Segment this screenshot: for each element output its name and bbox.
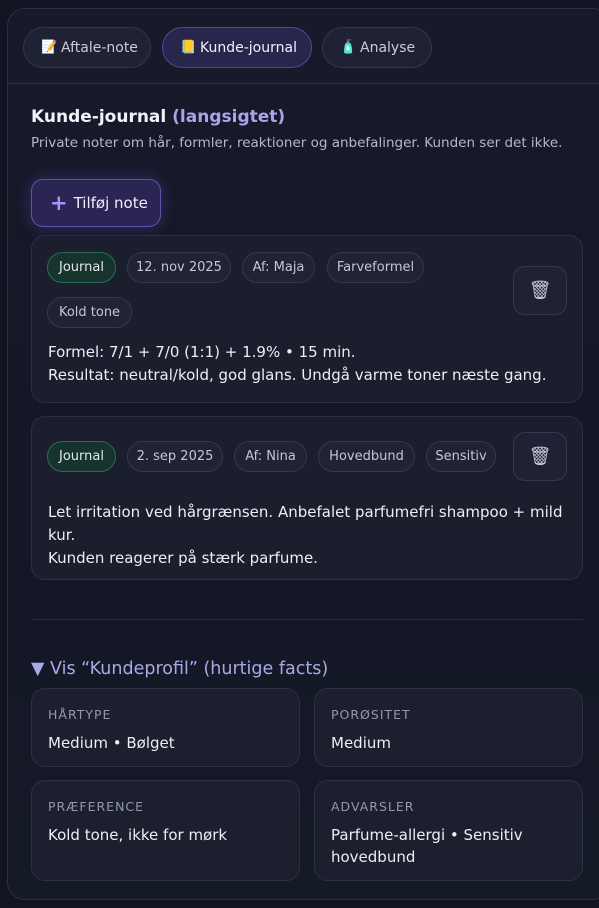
fact-key: ADVARSLER: [331, 799, 415, 814]
tab-bar: 📝 Aftale-note 📒 Kunde-journal 🧴 Analyse: [8, 9, 599, 84]
section-title-main: Kunde-journal: [31, 107, 167, 127]
fact-card-warnings: ADVARSLER Parfume-allergi • Sensitiv hov…: [314, 780, 583, 881]
note-body: Let irritation ved hårgrænsen. Anbefalet…: [48, 501, 564, 570]
fact-value: Kold tone, ikke for mørk: [48, 826, 228, 844]
delete-note-button[interactable]: 🗑: [513, 432, 567, 481]
note-tag: Sensitiv: [426, 441, 496, 472]
note-type-badge: Journal: [47, 252, 116, 283]
divider: [31, 619, 583, 620]
section-title: Kunde-journal (langsigtet): [31, 107, 583, 127]
trash-icon: 🗑: [528, 446, 552, 467]
customer-profile-toggle[interactable]: ▼ Vis “Kundeprofil” (hurtige facts): [31, 659, 328, 679]
fact-key: PRÆFERENCE: [48, 799, 145, 814]
note-date: 2. sep 2025: [127, 441, 223, 472]
notebook-icon: 📒: [180, 40, 197, 55]
section-title-suffix: (langsigtet): [172, 107, 286, 127]
tab-label: Aftale-note: [61, 39, 138, 56]
fact-card-porosity: PORØSITET Medium: [314, 688, 583, 767]
trash-icon: 🗑: [528, 280, 552, 301]
add-note-label: Tilføj note: [73, 194, 148, 212]
section-description: Private noter om hår, formler, reaktione…: [31, 135, 563, 151]
note-line: Resultat: neutral/kold, god glans. Undgå…: [48, 366, 547, 384]
memo-icon: 📝: [41, 40, 58, 55]
fact-key: PORØSITET: [331, 707, 411, 722]
note-type-badge: Journal: [47, 441, 116, 472]
note-date: 12. nov 2025: [127, 252, 231, 283]
note-author: Af: Maja: [242, 252, 315, 283]
fact-value: Medium • Bølget: [48, 734, 175, 752]
fact-key: HÅRTYPE: [48, 707, 112, 722]
note-line: Formel: 7/1 + 7/0 (1:1) + 1.9% • 15 min.: [48, 343, 356, 361]
note-tag: Farveformel: [327, 252, 424, 283]
add-note-button[interactable]: + Tilføj note: [31, 179, 161, 227]
journal-note-card: Journal 12. nov 2025 Af: Maja Farveforme…: [31, 235, 583, 403]
note-line: Let irritation ved hårgrænsen. Anbefalet…: [48, 503, 563, 521]
note-author: Af: Nina: [234, 441, 307, 472]
delete-note-button[interactable]: 🗑: [513, 266, 567, 315]
note-line: Kunden reagerer på stærk parfume.: [48, 549, 318, 567]
fact-card-hairtype: HÅRTYPE Medium • Bølget: [31, 688, 300, 767]
tab-label: Kunde-journal: [200, 39, 297, 56]
plus-icon: +: [50, 191, 68, 215]
note-line: kur.: [48, 526, 76, 544]
bottle-icon: 🧴: [340, 40, 357, 55]
tab-analyse[interactable]: 🧴 Analyse: [322, 27, 432, 68]
fact-value: Medium: [331, 734, 391, 752]
tab-label: Analyse: [360, 39, 416, 56]
journal-note-card: Journal 2. sep 2025 Af: Nina Hovedbund S…: [31, 416, 583, 580]
note-body: Formel: 7/1 + 7/0 (1:1) + 1.9% • 15 min.…: [48, 341, 564, 387]
journal-panel: 📝 Aftale-note 📒 Kunde-journal 🧴 Analyse …: [7, 8, 599, 900]
fact-value: Parfume-allergi • Sensitiv hovedbund: [331, 826, 523, 866]
tab-aftale-note[interactable]: 📝 Aftale-note: [23, 27, 151, 68]
tab-kunde-journal[interactable]: 📒 Kunde-journal: [162, 27, 312, 68]
journal-section: Kunde-journal (langsigtet) Private noter…: [31, 107, 583, 227]
fact-card-preference: PRÆFERENCE Kold tone, ikke for mørk: [31, 780, 300, 881]
note-tag: Hovedbund: [318, 441, 415, 472]
note-tag: Kold tone: [47, 297, 132, 328]
